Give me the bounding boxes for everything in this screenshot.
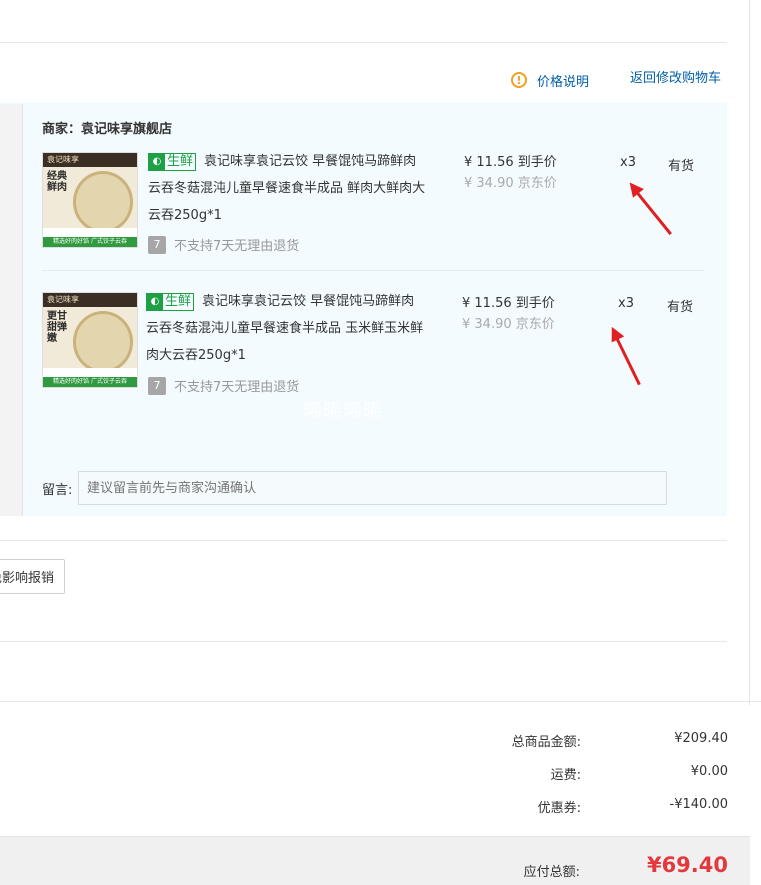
warning-icon: !	[511, 72, 527, 88]
price-note-label: 价格说明	[537, 74, 590, 90]
stock-status: 有货	[668, 159, 695, 174]
payable-label: 应付总额:	[523, 865, 580, 880]
return-policy-text: 不支持7天无理由退货	[174, 239, 300, 254]
right-border	[749, 0, 750, 705]
coupon-label: 优惠券:	[537, 801, 581, 816]
product-thumbnail[interactable]: 袁记味享 经典鲜肉 精选好肉好馅 广式饺子云吞	[42, 152, 138, 248]
back-to-cart-link[interactable]: 返回修改购物车	[630, 70, 721, 88]
original-price: ¥ 34.90 京东价	[462, 317, 555, 332]
left-column-divider	[0, 104, 23, 516]
fork-plate-icon: ◐	[149, 153, 165, 170]
return-policy: 7 不支持7天无理由退货	[148, 235, 299, 254]
thumb-footer: 精选好肉好馅 广式饺子云吞	[43, 377, 137, 387]
shipping-label: 运费:	[550, 768, 581, 783]
return-policy: 7 不支持7天无理由退货	[148, 376, 299, 395]
dumpling-bowl-image	[73, 171, 133, 233]
divider-summary	[0, 701, 761, 702]
divider-middle	[0, 540, 727, 541]
goods-total-value: ¥209.40	[674, 731, 728, 746]
message-label: 留言:	[42, 483, 73, 498]
item-divider	[42, 270, 704, 271]
product-title[interactable]: ◐ 生鲜 袁记味享袁记云饺 早餐馄饨马蹄鲜肉云吞冬菇混沌儿童早餐速食半成品 鲜肉…	[148, 148, 426, 229]
message-input[interactable]	[78, 471, 667, 505]
fresh-badge: ◐ 生鲜	[148, 152, 197, 171]
watermark: 晞晞晞晞	[303, 400, 384, 422]
goods-total-label: 总商品金额:	[511, 735, 581, 750]
dumpling-bowl-image	[73, 311, 133, 373]
thumb-info-bar	[43, 368, 137, 377]
price-note-link[interactable]: ! 价格说明	[511, 70, 589, 90]
stock-status: 有货	[667, 300, 694, 315]
thumb-brand: 袁记味享	[43, 153, 137, 167]
thumb-slogan: 经典鲜肉	[47, 171, 67, 193]
thumb-slogan: 更甘甜弹嫩	[47, 311, 67, 344]
seven-day-icon: 7	[148, 376, 166, 395]
item-quantity: x3	[618, 296, 634, 311]
deal-price: ¥ 11.56 到手价	[464, 155, 557, 170]
item-quantity: x3	[620, 155, 636, 170]
fresh-badge: ◐ 生鲜	[146, 292, 195, 311]
seller-name: 商家：袁记味享旗舰店	[42, 122, 173, 137]
payable-value: ¥69.40	[646, 853, 728, 877]
divider-top	[0, 42, 727, 43]
thumb-footer: 精选好肉好馅 广式饺子云吞	[43, 237, 137, 247]
fork-plate-icon: ◐	[147, 293, 163, 310]
return-policy-text: 不支持7天无理由退货	[174, 380, 300, 395]
deal-price: ¥ 11.56 到手价	[462, 296, 555, 311]
shipping-value: ¥0.00	[690, 764, 728, 779]
thumb-info-bar	[43, 228, 137, 237]
coupon-value: -¥140.00	[669, 797, 728, 812]
invoice-button[interactable]: 免影响报销	[0, 559, 66, 594]
thumb-brand: 袁记味享	[43, 293, 137, 307]
divider-invoice	[0, 641, 727, 642]
seven-day-icon: 7	[148, 235, 166, 254]
original-price: ¥ 34.90 京东价	[464, 176, 557, 191]
product-thumbnail[interactable]: 袁记味享 更甘甜弹嫩 精选好肉好馅 广式饺子云吞	[42, 292, 138, 388]
product-title[interactable]: ◐ 生鲜 袁记味享袁记云饺 早餐馄饨马蹄鲜肉云吞冬菇混沌儿童早餐速食半成品 玉米…	[146, 288, 424, 369]
